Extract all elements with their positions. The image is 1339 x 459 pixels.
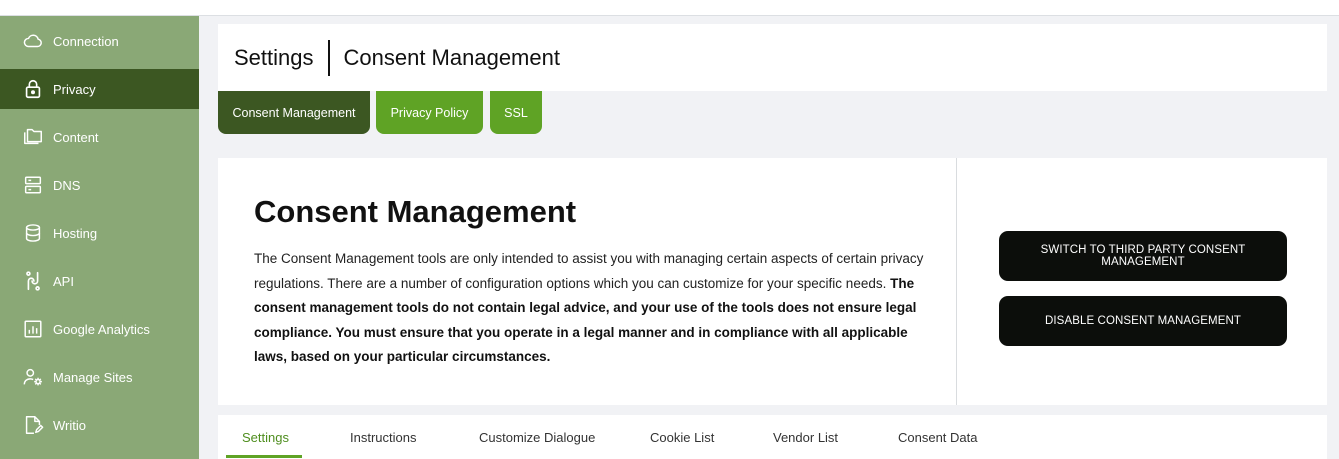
tab-label: Consent Management [232, 105, 356, 120]
page-header: Settings Consent Management [218, 24, 1327, 91]
tab-label: Privacy Policy [390, 105, 469, 120]
sidebar-item-api[interactable]: API [0, 261, 199, 301]
sidebar-item-label: Hosting [53, 225, 98, 241]
sidebar-item-label: Google Analytics [53, 321, 150, 337]
sidebar-item-google-analytics[interactable]: Google Analytics [0, 309, 199, 349]
sidebar-item-hosting[interactable]: Hosting [0, 213, 199, 253]
analytics-chart-icon [22, 318, 44, 340]
sidebar-item-manage-sites[interactable]: Manage Sites [0, 357, 199, 397]
lock-icon [22, 78, 44, 100]
active-tab-indicator [226, 455, 302, 458]
description-section: Consent Management The Consent Managemen… [218, 158, 957, 405]
tab-vendor-list[interactable]: Vendor List [773, 415, 838, 459]
folders-icon [22, 126, 44, 148]
tab-ssl[interactable]: SSL [490, 91, 542, 134]
tab-instructions[interactable]: Instructions [350, 415, 416, 459]
sidebar-item-label: Content [53, 129, 99, 145]
tab-consent-management[interactable]: Consent Management [218, 91, 370, 134]
page-title: Settings [234, 44, 314, 70]
sidebar-item-label: Writio [53, 417, 86, 433]
api-icon [22, 270, 44, 292]
sidebar-item-label: Privacy [53, 81, 96, 97]
settings-tabs: Settings Instructions Customize Dialogue… [218, 415, 1327, 459]
tab-label: SSL [504, 105, 528, 120]
top-bar [0, 0, 1339, 16]
tab-privacy-policy[interactable]: Privacy Policy [376, 91, 483, 134]
database-icon [22, 222, 44, 244]
tab-consent-data[interactable]: Consent Data [898, 415, 978, 459]
page-subtitle: Consent Management [343, 44, 560, 70]
sidebar-item-privacy[interactable]: Privacy [0, 69, 199, 109]
sidebar-item-label: Manage Sites [53, 369, 133, 385]
document-edit-icon [22, 414, 44, 436]
server-icon [22, 174, 44, 196]
sidebar-item-writio[interactable]: Writio [0, 405, 199, 445]
section-description: The Consent Management tools are only in… [254, 247, 934, 370]
tab-cookie-list[interactable]: Cookie List [650, 415, 714, 459]
user-gear-icon [22, 366, 44, 388]
section-title: Consent Management [254, 194, 577, 229]
description-text: The Consent Management tools are only in… [254, 251, 924, 291]
title-divider [327, 39, 330, 76]
sidebar-item-label: Connection [53, 33, 119, 49]
consent-management-panel: Consent Management The Consent Managemen… [218, 158, 1327, 405]
sidebar-item-connection[interactable]: Connection [0, 21, 199, 61]
sidebar-item-label: DNS [53, 177, 81, 193]
sidebar: Connection Privacy Content DNS Hosting A… [0, 16, 199, 459]
sidebar-item-dns[interactable]: DNS [0, 165, 199, 205]
sidebar-item-content[interactable]: Content [0, 117, 199, 157]
tab-settings[interactable]: Settings [242, 415, 289, 459]
disable-consent-button[interactable]: DISABLE CONSENT MANAGEMENT [999, 296, 1287, 346]
sidebar-item-label: API [53, 273, 74, 289]
tab-customize-dialogue[interactable]: Customize Dialogue [479, 415, 595, 459]
switch-third-party-button[interactable]: SWITCH TO THIRD PARTY CONSENT MANAGEMENT [999, 231, 1287, 281]
cloud-icon [22, 30, 44, 52]
